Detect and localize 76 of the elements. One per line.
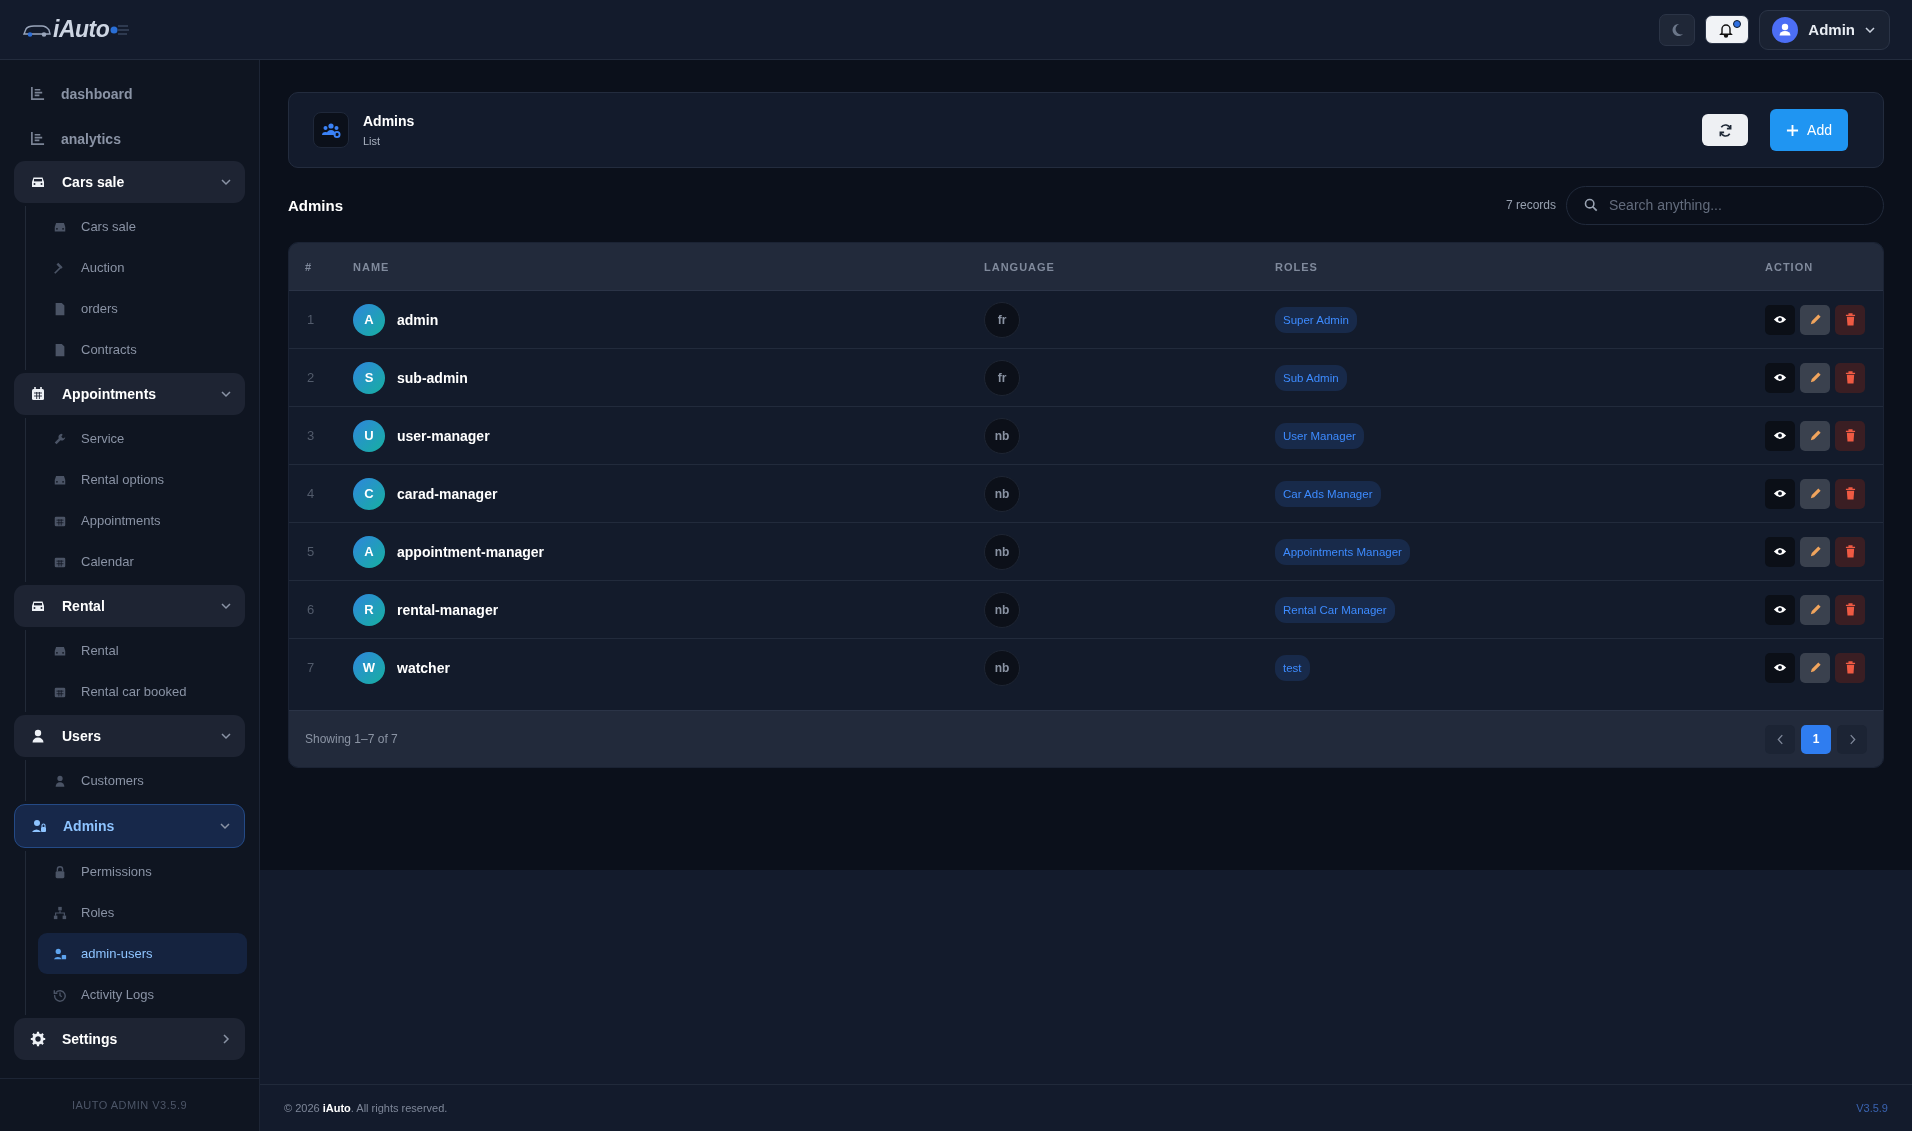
avatar-initial: R <box>353 593 385 626</box>
role-tag: test <box>1275 654 1310 681</box>
sidebar-group[interactable]: Appointments <box>14 373 245 415</box>
row-number: 7 <box>306 660 316 675</box>
language-badge: nb <box>984 591 1020 628</box>
language-badge: fr <box>984 301 1020 338</box>
records-count: 7 records <box>1505 198 1556 212</box>
page-button[interactable]: 1 <box>1801 724 1831 754</box>
search-field[interactable]: Search anything... <box>1566 185 1884 225</box>
sidebar-item[interactable]: Contracts <box>38 329 247 370</box>
sidebar-item[interactable]: Activity Logs <box>38 974 247 1015</box>
showing-label: Showing 1–7 of 7 <box>305 732 398 746</box>
row-number: 1 <box>306 312 316 327</box>
row-number: 4 <box>306 486 316 501</box>
row-number: 3 <box>306 428 316 443</box>
role-tag: Car Ads Manager <box>1275 480 1381 507</box>
page-title: Admins <box>363 113 416 129</box>
sidebar-item[interactable]: Service <box>38 418 247 459</box>
admin-name: watcher <box>397 659 450 676</box>
column-header: ROLES <box>1275 260 1319 273</box>
avatar-initial: S <box>353 361 385 394</box>
sidebar-item[interactable]: Customers <box>38 760 247 801</box>
row-number: 5 <box>306 544 316 559</box>
column-header: ACTION <box>1765 260 1815 273</box>
avatar-initial: W <box>353 651 385 684</box>
column-header: LANGUAGE <box>984 260 1056 273</box>
sidebar-item[interactable]: analytics <box>12 116 247 161</box>
sidebar-item[interactable]: Appointments <box>38 500 247 541</box>
sidebar-group[interactable]: Rental <box>14 585 245 627</box>
admin-name: rental-manager <box>397 601 499 618</box>
page-subtitle: List <box>363 135 382 147</box>
sidebar-item[interactable]: Rental car booked <box>38 671 247 712</box>
sidebar-item[interactable]: orders <box>38 288 247 329</box>
avatar-initial: U <box>353 419 385 452</box>
avatar-initial: A <box>353 535 385 568</box>
sidebar-item[interactable]: Calendar <box>38 541 247 582</box>
admin-name: appointment-manager <box>397 543 544 560</box>
row-number: 2 <box>306 370 316 385</box>
sidebar-item[interactable]: Rental <box>38 630 247 671</box>
sidebar-group[interactable]: Settings <box>14 1018 245 1060</box>
role-tag: Sub Admin <box>1275 364 1347 391</box>
sidebar-item[interactable]: dashboard <box>12 71 247 116</box>
role-tag: User Manager <box>1275 422 1364 449</box>
row-number: 6 <box>306 602 316 617</box>
sidebar-item[interactable]: Rental options <box>38 459 247 500</box>
language-badge: nb <box>984 475 1020 512</box>
role-tag: Rental Car Manager <box>1275 596 1395 623</box>
language-badge: nb <box>984 417 1020 454</box>
sidebar-item[interactable]: Cars sale <box>38 206 247 247</box>
admin-name: admin <box>397 311 439 328</box>
add-button[interactable]: Add <box>1770 109 1848 151</box>
section-title: Admins <box>288 196 344 214</box>
sidebar-item[interactable]: Roles <box>38 892 247 933</box>
version-label: V3.5.9 <box>1856 1102 1888 1114</box>
admin-name: sub-admin <box>397 369 468 386</box>
avatar-initial: C <box>353 477 385 510</box>
avatar-initial: A <box>353 303 385 336</box>
sidebar-group[interactable]: Users <box>14 715 245 757</box>
copyright-text: © 2026 iAuto. All rights reserved. <box>284 1102 448 1114</box>
language-badge: nb <box>984 533 1020 570</box>
role-tag: Appointments Manager <box>1275 538 1410 565</box>
language-badge: fr <box>984 359 1020 396</box>
user-menu-button[interactable]: Admin <box>1759 9 1890 50</box>
sidebar-item[interactable]: Auction <box>38 247 247 288</box>
sidebar-item[interactable]: Permissions <box>38 851 247 892</box>
version-label: IAUTO ADMIN V3.5.9 <box>71 1099 188 1111</box>
sidebar-group[interactable]: Admins <box>14 804 245 848</box>
language-badge: nb <box>984 649 1020 686</box>
sidebar-item[interactable]: admin-users <box>38 933 247 974</box>
sidebar-group[interactable]: Cars sale <box>14 161 245 203</box>
admin-name: user-manager <box>397 427 490 444</box>
admin-name: carad-manager <box>397 485 498 502</box>
column-header: NAME <box>353 260 391 273</box>
column-header: # <box>305 260 314 273</box>
role-tag: Super Admin <box>1275 306 1357 333</box>
logo: iAuto <box>53 16 110 43</box>
